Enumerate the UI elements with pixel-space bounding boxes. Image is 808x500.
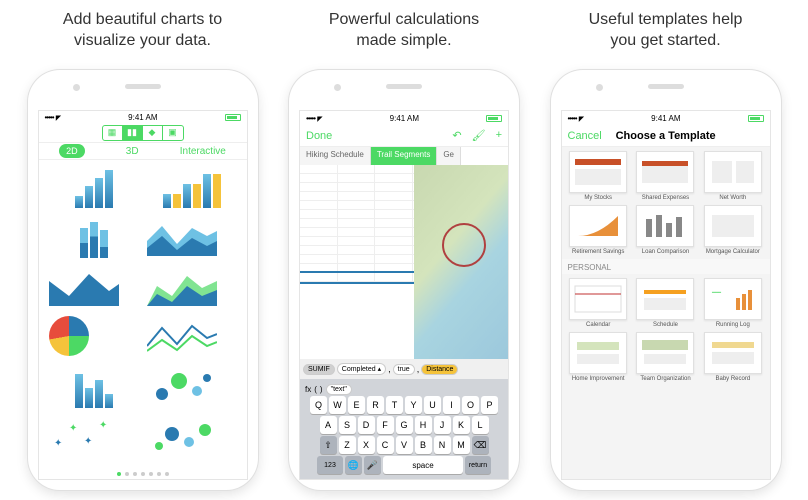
tab-interactive[interactable]: Interactive (180, 146, 226, 157)
template-net-worth[interactable]: Net Worth (700, 151, 765, 201)
chart-area-2[interactable] (49, 266, 139, 308)
chart-bar-1[interactable] (49, 170, 139, 208)
page-title: Choose a Template (616, 130, 716, 142)
key-q[interactable]: Q (310, 396, 327, 414)
paren-left[interactable]: ( (314, 385, 317, 394)
status-bar: 9:41 AM (300, 111, 508, 125)
segmented-control[interactable]: ▦ ▮▮ ◆ ▣ (102, 125, 184, 141)
status-bar: 9:41 AM (39, 111, 247, 123)
template-baby[interactable]: Baby Record (700, 332, 765, 382)
formula-fn[interactable]: SUMIF (303, 364, 335, 375)
svg-text:✦: ✦ (54, 438, 62, 449)
chart-line[interactable] (147, 316, 237, 358)
phone-frame-1: 9:41 AM ▦ ▮▮ ◆ ▣ 2D 3D Interactive (28, 70, 258, 490)
chart-pie[interactable] (49, 316, 139, 358)
chart-area[interactable] (147, 216, 237, 258)
done-button[interactable]: Done (306, 130, 332, 142)
svg-text:✦: ✦ (99, 420, 107, 431)
template-loan[interactable]: Loan Comparison (633, 205, 698, 255)
svg-text:✦: ✦ (69, 423, 77, 434)
key-return[interactable]: return (465, 456, 491, 474)
caption-2: Powerful calculationsmade simple. (329, 10, 479, 58)
chart-area-3[interactable] (147, 266, 237, 308)
svg-text:✦: ✦ (84, 436, 92, 447)
add-button[interactable]: + (496, 129, 502, 142)
map-image (414, 165, 508, 359)
template-my-stocks[interactable]: My Stocks (566, 151, 631, 201)
status-bar: 9:41 AM (562, 111, 770, 125)
chart-scatter[interactable]: ✦ ✦ ✦ ✦ (49, 416, 139, 458)
template-team[interactable]: Team Organization (633, 332, 698, 382)
sheet-tab-1[interactable]: Hiking Schedule (300, 147, 371, 165)
key-globe[interactable]: 🌐 (345, 456, 362, 474)
sheet-tab-2[interactable]: Trail Segments (371, 147, 438, 165)
template-running[interactable]: ━━━Running Log (700, 278, 765, 328)
key-123[interactable]: 123 (317, 456, 343, 474)
paren-right[interactable]: ) (320, 385, 323, 394)
chart-type-grid: ✦ ✦ ✦ ✦ (39, 160, 247, 468)
sheet-tab-3[interactable]: Ge (437, 147, 461, 165)
template-calendar[interactable]: Calendar (566, 278, 631, 328)
format-brush-icon[interactable]: 🖌 (472, 129, 486, 142)
battery-icon (225, 114, 241, 121)
battery-icon (486, 115, 502, 122)
phone-frame-2: 9:41 AM Done ↶ 🖌 + Hiking Schedule Trail… (289, 70, 519, 490)
keyboard: fx ( ) "text" QWERTYUIOP ASDFGHJKL ⇧ZXCV… (300, 379, 508, 479)
key-shift[interactable]: ⇧ (320, 436, 337, 454)
battery-icon (748, 115, 764, 122)
seg-shape-icon[interactable]: ◆ (143, 126, 163, 140)
formula-arg3[interactable]: Distance (421, 364, 458, 375)
section-personal: PERSONAL (562, 259, 770, 274)
svg-text:━━━: ━━━ (711, 290, 722, 296)
chart-bubble[interactable] (147, 366, 237, 408)
sheet-tabs: Hiking Schedule Trail Segments Ge (300, 147, 508, 165)
spreadsheet-grid[interactable] (300, 165, 414, 359)
template-retirement[interactable]: Retirement Savings (566, 205, 631, 255)
text-token[interactable]: "text" (326, 384, 352, 395)
formula-arg1[interactable]: Completed ▴ (337, 363, 386, 375)
tab-2d[interactable]: 2D (59, 144, 85, 158)
page-indicator (39, 468, 247, 479)
chart-bubble-2[interactable] (147, 416, 237, 458)
tab-3d[interactable]: 3D (126, 146, 139, 157)
undo-button[interactable]: ↶ (452, 129, 461, 142)
seg-table-icon[interactable]: ▦ (103, 126, 123, 140)
seg-chart-icon[interactable]: ▮▮ (123, 126, 143, 140)
chart-bar-stacked[interactable] (49, 216, 139, 258)
chart-column[interactable] (49, 366, 139, 408)
fx-button[interactable]: fx (305, 385, 311, 394)
formula-arg2[interactable]: true (393, 364, 415, 375)
template-shared-expenses[interactable]: Shared Expenses (633, 151, 698, 201)
formula-bar[interactable]: SUMIF Completed ▴, true, Distance (300, 359, 508, 379)
status-time: 9:41 AM (128, 113, 157, 122)
phone-frame-3: 9:41 AM Cancel Choose a Template My Stoc… (551, 70, 781, 490)
seg-media-icon[interactable]: ▣ (163, 126, 183, 140)
template-schedule[interactable]: Schedule (633, 278, 698, 328)
key-backspace[interactable]: ⌫ (472, 436, 489, 454)
key-space[interactable]: space (383, 456, 463, 474)
template-home[interactable]: Home Improvement (566, 332, 631, 382)
cancel-button[interactable]: Cancel (568, 130, 602, 142)
key-mic[interactable]: 🎤 (364, 456, 381, 474)
template-mortgage[interactable]: Mortgage Calculator (700, 205, 765, 255)
caption-1: Add beautiful charts tovisualize your da… (63, 10, 222, 58)
format-toolbar: ▦ ▮▮ ◆ ▣ (39, 123, 247, 142)
chart-bar-2[interactable] (147, 170, 237, 208)
caption-3: Useful templates helpyou get started. (589, 10, 743, 58)
